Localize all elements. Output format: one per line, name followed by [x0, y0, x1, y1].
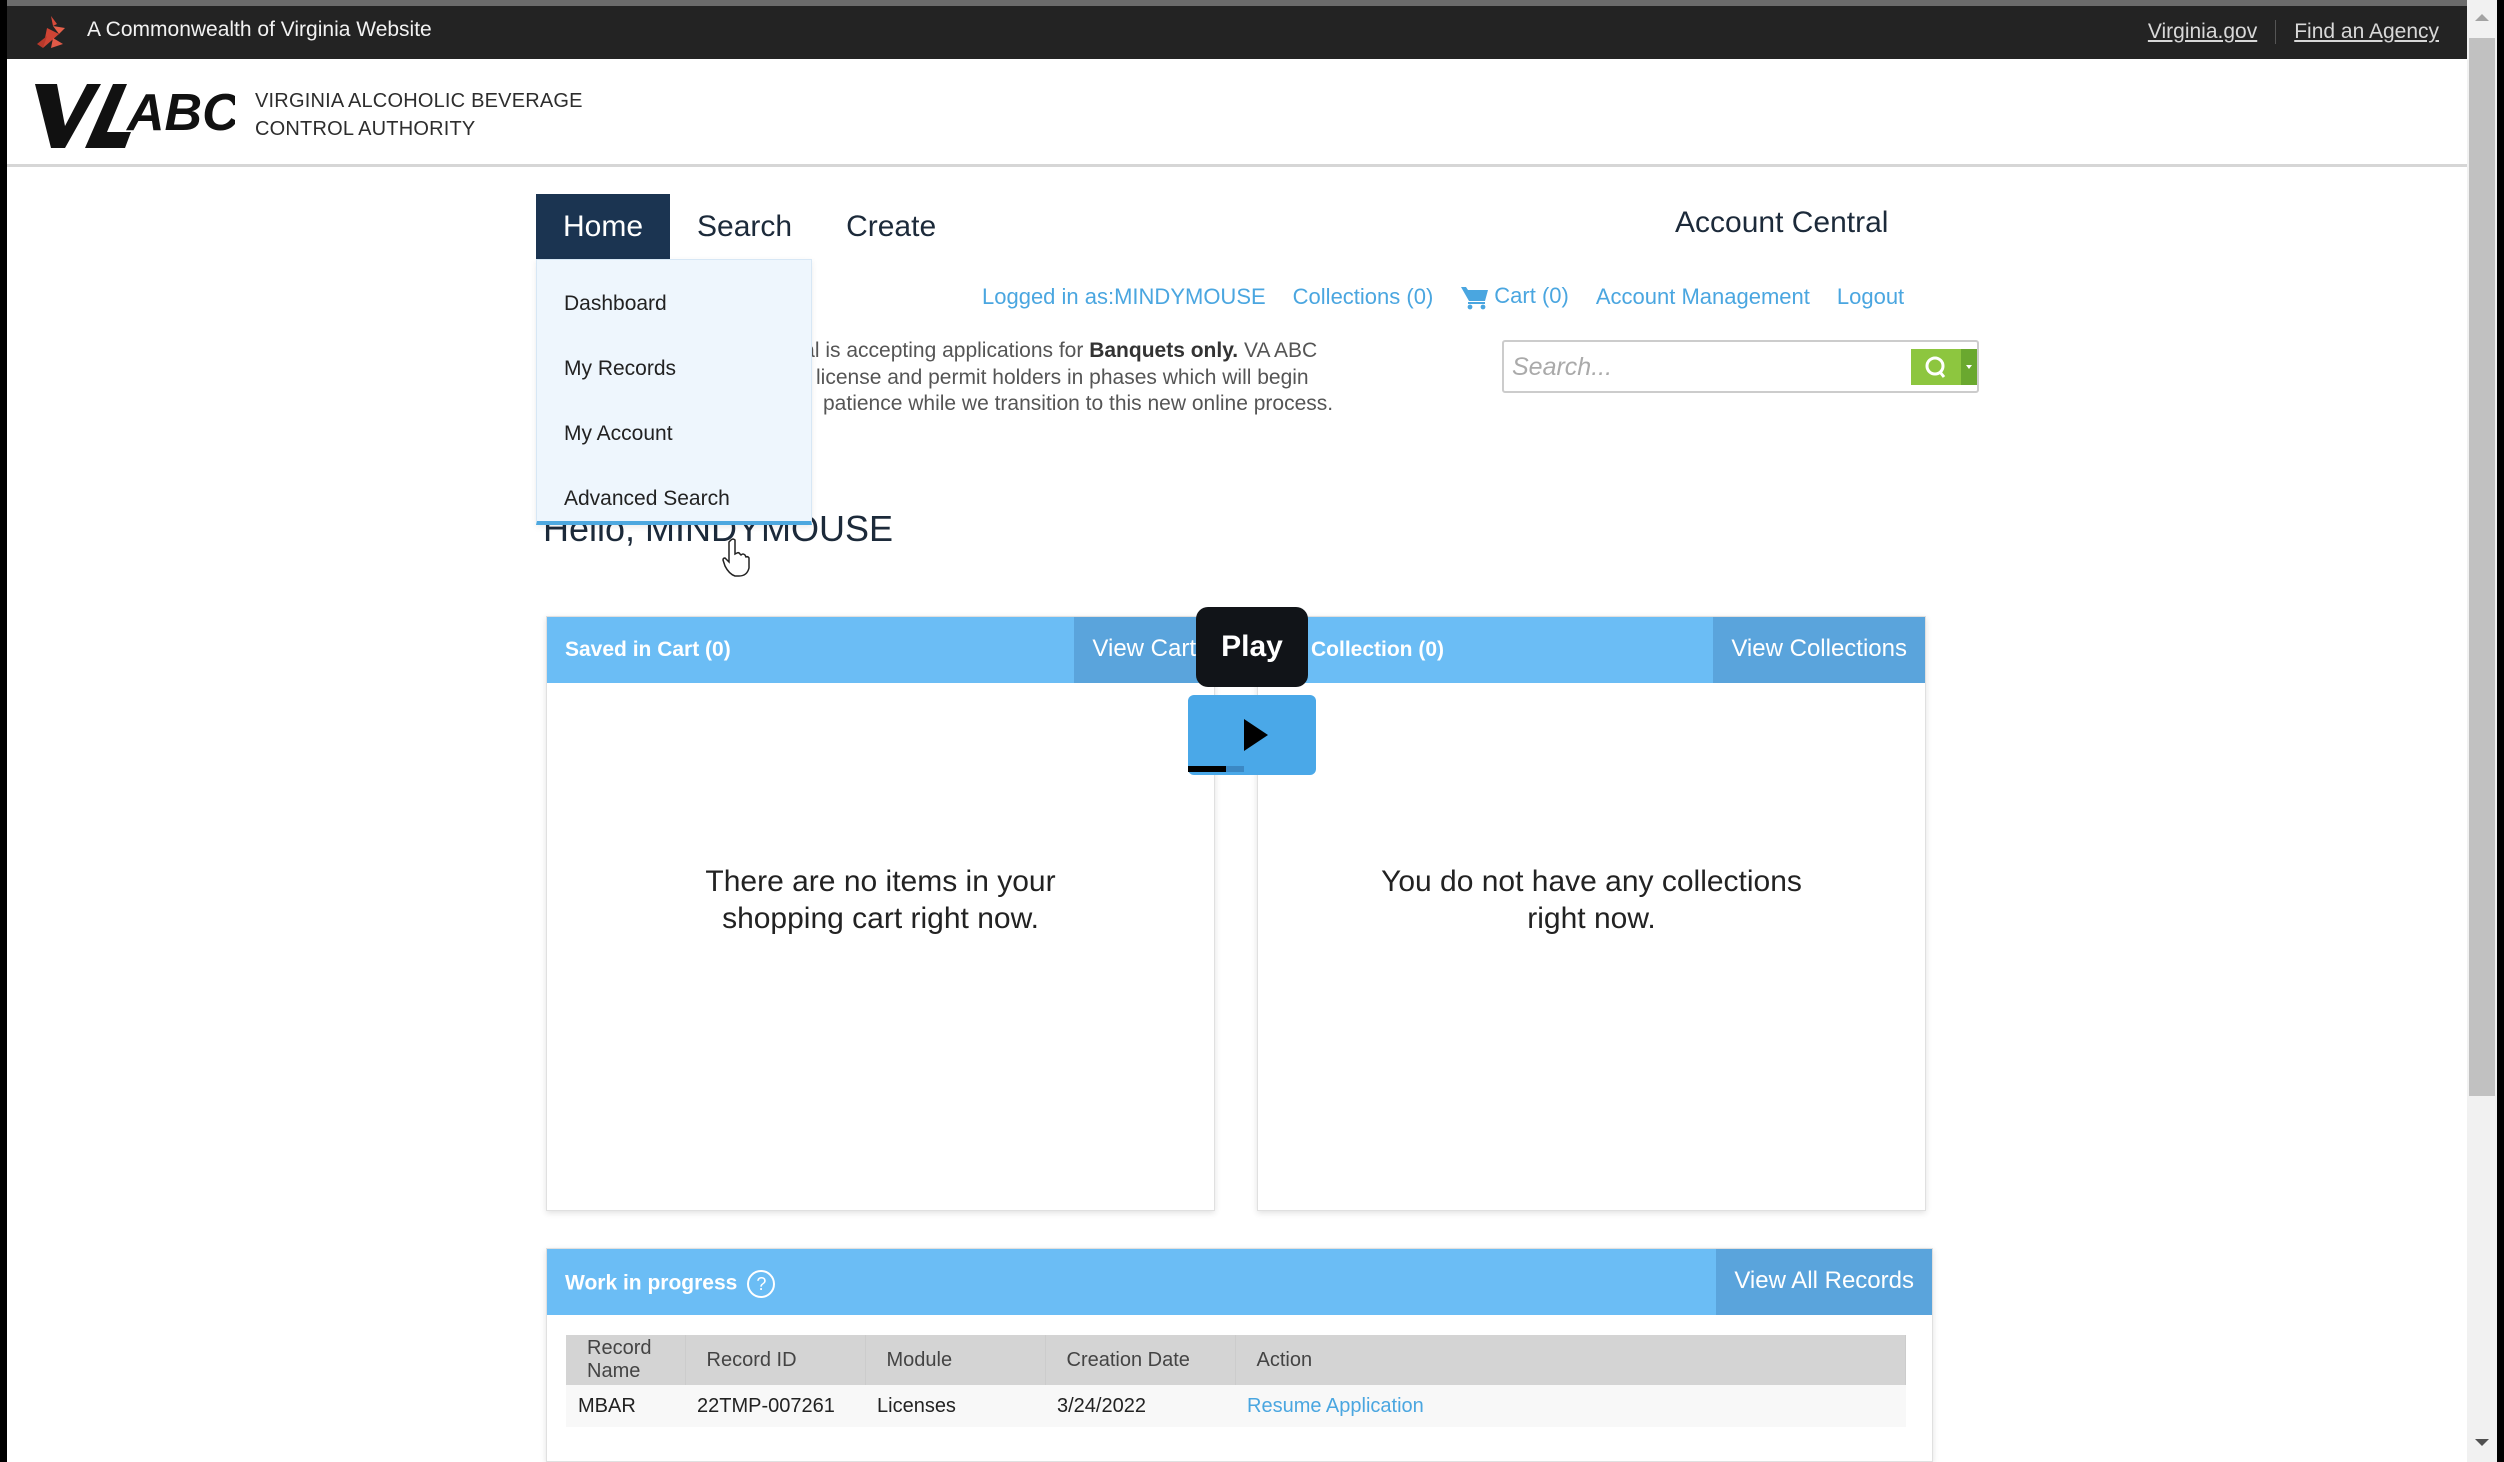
- notice-text: portal is accepting applications for Ban…: [767, 338, 1427, 418]
- column-header[interactable]: Action: [1235, 1335, 1906, 1385]
- site-header: ABC VIRGINIA ALCOHOLIC BEVERAGE CONTROL …: [7, 59, 2467, 167]
- empty-cart-message: There are no items in your shopping cart…: [547, 863, 1214, 937]
- divider: [2275, 20, 2277, 44]
- column-header[interactable]: Record ID: [685, 1335, 866, 1385]
- table-row: MBAR 22TMP-007261 Licenses 3/24/2022 Res…: [566, 1385, 1906, 1427]
- message-line: You do not have any collections: [1381, 865, 1802, 898]
- action-cell: Resume Application: [1235, 1385, 1906, 1427]
- table-header-row: Record Name Record ID Module Creation Da…: [566, 1335, 1906, 1385]
- screen-edge: [2497, 0, 2504, 1462]
- nav-search[interactable]: Search: [670, 194, 819, 259]
- nav-create[interactable]: Create: [819, 194, 963, 259]
- notice-line-2: rrent license and permit holders in phas…: [767, 365, 1309, 389]
- panel-header: Saved in Cart (0) View Cart: [547, 617, 1214, 683]
- search-options-dropdown[interactable]: [1961, 349, 1977, 385]
- progress-fill: [1188, 766, 1227, 772]
- global-search: [1502, 340, 1979, 393]
- scroll-up-arrow-icon[interactable]: [2475, 14, 2489, 21]
- play-tooltip: Play: [1196, 607, 1308, 687]
- resume-application-link[interactable]: Resume Application: [1247, 1395, 1424, 1417]
- cardinal-icon: [37, 16, 65, 48]
- view-cart-button[interactable]: View Cart: [1074, 617, 1214, 683]
- collections-link[interactable]: Collections (0): [1293, 284, 1434, 310]
- cart-link[interactable]: Cart (0): [1460, 283, 1569, 310]
- notice-line-1: portal is accepting applications for Ban…: [767, 338, 1427, 365]
- message-line: right now.: [1527, 902, 1656, 935]
- records-table: Record Name Record ID Module Creation Da…: [566, 1335, 1906, 1427]
- agency-name: VIRGINIA ALCOHOLIC BEVERAGE CONTROL AUTH…: [255, 87, 583, 143]
- column-header[interactable]: Creation Date: [1045, 1335, 1236, 1385]
- panel-header: My Collection (0) View Collections: [1258, 617, 1925, 683]
- account-central-title: Account Central: [1675, 206, 1889, 239]
- search-button[interactable]: [1911, 349, 1961, 385]
- menu-item-dashboard[interactable]: Dashboard: [564, 292, 667, 316]
- view-all-records-button[interactable]: View All Records: [1716, 1249, 1932, 1315]
- panel-title: Saved in Cart (0): [565, 638, 731, 661]
- scrollbar-thumb[interactable]: [2469, 38, 2495, 1096]
- module-cell: Licenses: [865, 1385, 1045, 1427]
- view-collections-button[interactable]: View Collections: [1713, 617, 1925, 683]
- cart-link-label[interactable]: Cart (0): [1494, 283, 1569, 308]
- column-header[interactable]: Module: [865, 1335, 1046, 1385]
- agency-line-2: CONTROL AUTHORITY: [255, 118, 476, 140]
- record-name-cell: MBAR: [566, 1385, 685, 1427]
- menu-item-advanced-search[interactable]: Advanced Search: [564, 487, 730, 511]
- message-line: There are no items in your: [705, 865, 1056, 898]
- main-nav: Home Search Create: [536, 194, 963, 259]
- logout-link[interactable]: Logout: [1837, 284, 1904, 310]
- search-input[interactable]: [1512, 348, 1892, 386]
- creation-date-cell: 3/24/2022: [1045, 1385, 1235, 1427]
- agency-line-1: VIRGINIA ALCOHOLIC BEVERAGE: [255, 90, 583, 112]
- menu-item-my-account[interactable]: My Account: [564, 422, 673, 446]
- logged-in-label: Logged in as:MINDYMOUSE: [982, 283, 1266, 309]
- commonwealth-bar: A Commonwealth of Virginia Website Virgi…: [7, 0, 2467, 59]
- vertical-scrollbar[interactable]: [2467, 0, 2497, 1462]
- scroll-down-arrow-icon[interactable]: [2475, 1439, 2489, 1446]
- play-button[interactable]: [1188, 695, 1316, 775]
- notice-bold: Banquets only.: [1089, 339, 1239, 362]
- notice-text-part: portal is accepting applications for: [767, 339, 1090, 362]
- nav-home[interactable]: Home: [536, 194, 671, 259]
- panel-header: Work in progress? View All Records: [547, 1249, 1932, 1315]
- svg-text:ABC: ABC: [125, 84, 235, 142]
- account-management-link[interactable]: Account Management: [1596, 284, 1810, 310]
- column-header[interactable]: Record Name: [566, 1335, 686, 1385]
- message-line: shopping cart right now.: [722, 902, 1039, 935]
- menu-item-my-records[interactable]: My Records: [564, 357, 676, 381]
- my-collection-panel: My Collection (0) View Collections You d…: [1257, 616, 1926, 1211]
- hand-cursor-icon: [722, 538, 750, 577]
- playback-progress: [1188, 766, 1244, 772]
- commonwealth-text: A Commonwealth of Virginia Website: [87, 18, 432, 41]
- work-in-progress-panel: Work in progress? View All Records Recor…: [546, 1248, 1933, 1462]
- empty-collection-message: You do not have any collections right no…: [1258, 863, 1925, 937]
- notice-text-part: VA ABC: [1238, 339, 1318, 362]
- account-links: Logged in as:MINDYMOUSE Collections (0) …: [982, 283, 1904, 310]
- va-abc-logo[interactable]: ABC: [35, 80, 235, 148]
- notice-line-3: patience while we transition to this new…: [823, 392, 1334, 415]
- virginia-gov-link[interactable]: Virginia.gov: [2148, 20, 2257, 44]
- help-icon[interactable]: ?: [747, 1270, 776, 1298]
- search-icon: [1925, 356, 1946, 378]
- panel-title-text: Work in progress: [565, 1271, 738, 1295]
- cart-icon: [1461, 287, 1489, 310]
- panel-title: Work in progress?: [565, 1270, 776, 1298]
- home-dropdown-menu: Dashboard My Records My Account Advanced…: [536, 259, 812, 525]
- saved-in-cart-panel: Saved in Cart (0) View Cart There are no…: [546, 616, 1215, 1211]
- browser-viewport: A Commonwealth of Virginia Website Virgi…: [7, 0, 2467, 1462]
- find-agency-link[interactable]: Find an Agency: [2294, 20, 2439, 44]
- record-id-cell: 22TMP-007261: [685, 1385, 865, 1427]
- topbar-links: Virginia.gov Find an Agency: [2148, 20, 2439, 44]
- play-icon: [1244, 719, 1268, 751]
